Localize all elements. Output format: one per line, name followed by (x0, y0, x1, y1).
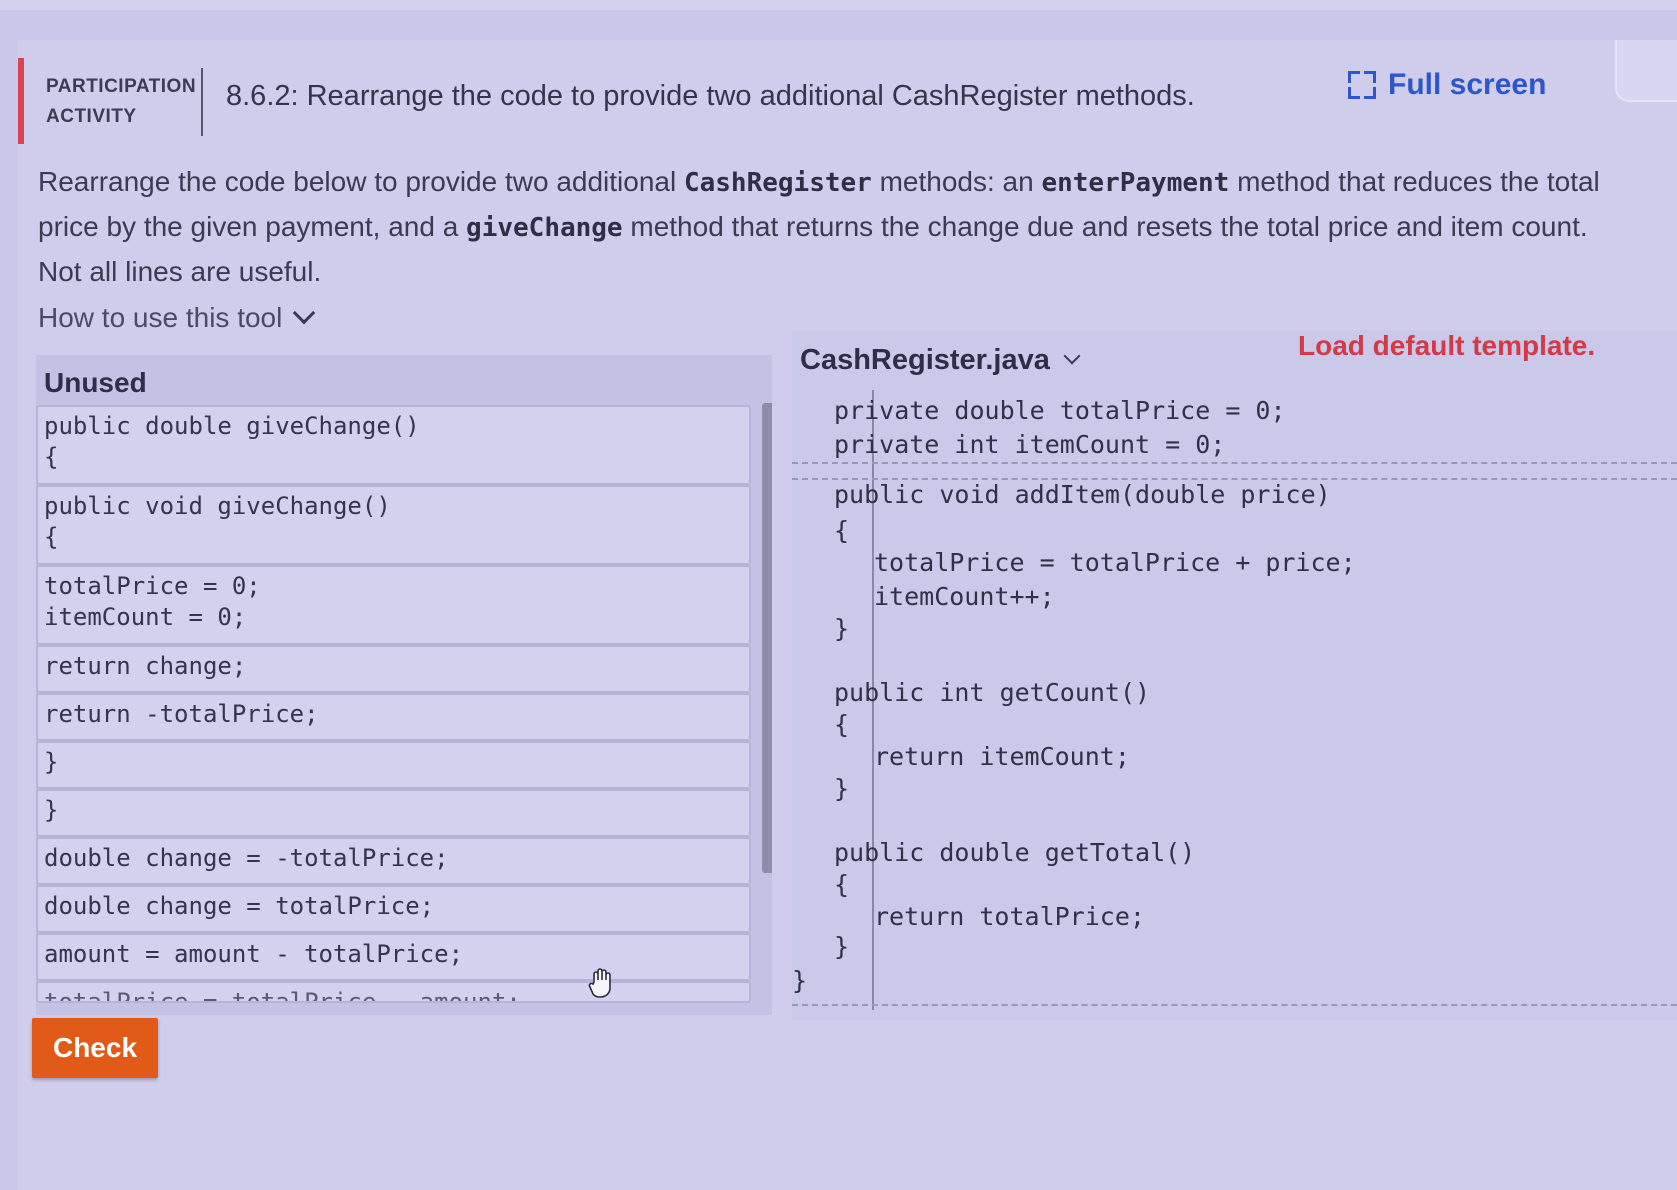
code-line[interactable]: return totalPrice; (874, 902, 1145, 931)
activity-header: PARTICIPATION ACTIVITY 8.6.2: Rearrange … (18, 58, 1618, 146)
block-separator (792, 462, 1677, 464)
code-line[interactable]: public double getTotal() (834, 838, 1195, 867)
instr-code-givechange: giveChange (466, 213, 623, 243)
code-line[interactable]: } (792, 966, 807, 995)
code-block[interactable]: double change = -totalPrice; (36, 837, 751, 885)
code-block[interactable]: totalPrice = 0; itemCount = 0; (36, 565, 751, 645)
fullscreen-icon (1348, 71, 1376, 99)
load-default-template-link[interactable]: Load default template. (1298, 330, 1595, 362)
code-line[interactable]: } (834, 932, 849, 961)
check-button[interactable]: Check (32, 1018, 158, 1078)
fullscreen-button[interactable]: Full screen (1348, 68, 1546, 102)
code-line[interactable]: private double totalPrice = 0; (834, 396, 1286, 425)
instr-code-enterpayment: enterPayment (1041, 168, 1230, 198)
code-block[interactable]: return change; (36, 645, 751, 693)
chevron-down-icon (1063, 347, 1081, 364)
unused-scrollbar[interactable] (762, 403, 772, 873)
how-to-use-toggle[interactable]: How to use this tool (38, 301, 316, 334)
activity-title: 8.6.2: Rearrange the code to provide two… (226, 80, 1195, 112)
instr-text-2: methods: an (871, 166, 1042, 197)
code-line[interactable]: } (834, 614, 849, 643)
code-line[interactable]: itemCount++; (874, 582, 1055, 611)
unused-title: Unused (44, 367, 147, 398)
unused-panel: Unused public double giveChange() { publ… (36, 355, 772, 1015)
code-line[interactable]: return itemCount; (874, 742, 1130, 771)
code-block[interactable]: double change = totalPrice; (36, 885, 751, 933)
how-to-label: How to use this tool (38, 302, 283, 333)
chevron-down-icon (293, 301, 316, 325)
code-block[interactable]: } (36, 741, 751, 789)
code-area[interactable]: private double totalPrice = 0; private i… (792, 390, 1677, 1010)
code-block[interactable]: public double giveChange() { (36, 405, 751, 485)
header-divider (201, 68, 203, 136)
code-line[interactable]: } (834, 774, 849, 803)
code-line[interactable]: public void addItem(double price) (834, 480, 1331, 509)
code-line[interactable]: private int itemCount = 0; (834, 430, 1225, 459)
block-separator (792, 1004, 1677, 1006)
instructions: Rearrange the code below to provide two … (38, 160, 1638, 294)
participation-label: PARTICIPATION ACTIVITY (46, 76, 197, 127)
code-line[interactable]: { (834, 516, 849, 545)
filename: CashRegister.java (800, 344, 1050, 376)
corner-tab (1615, 40, 1677, 102)
code-block[interactable]: return -totalPrice; (36, 693, 751, 741)
instr-text-1: Rearrange the code below to provide two … (38, 166, 684, 197)
grab-hand-icon (588, 968, 611, 998)
code-line[interactable]: { (834, 710, 849, 739)
code-line[interactable]: totalPrice = totalPrice + price; (874, 548, 1356, 577)
code-line[interactable]: { (834, 870, 849, 899)
code-editor: CashRegister.java Load default template.… (792, 330, 1677, 1020)
code-block[interactable]: public void giveChange() { (36, 485, 751, 565)
code-line[interactable]: public int getCount() (834, 678, 1150, 707)
code-block[interactable]: amount = amount - totalPrice; (36, 933, 751, 981)
code-block[interactable]: totalPrice = totalPrice - amount; (36, 981, 751, 1003)
code-block[interactable]: } (36, 789, 751, 837)
accent-bar (18, 58, 24, 144)
fullscreen-label: Full screen (1388, 68, 1547, 101)
instr-code-cashregister: CashRegister (683, 168, 872, 198)
top-edge (0, 0, 1677, 10)
file-select[interactable]: CashRegister.java (800, 344, 1081, 377)
